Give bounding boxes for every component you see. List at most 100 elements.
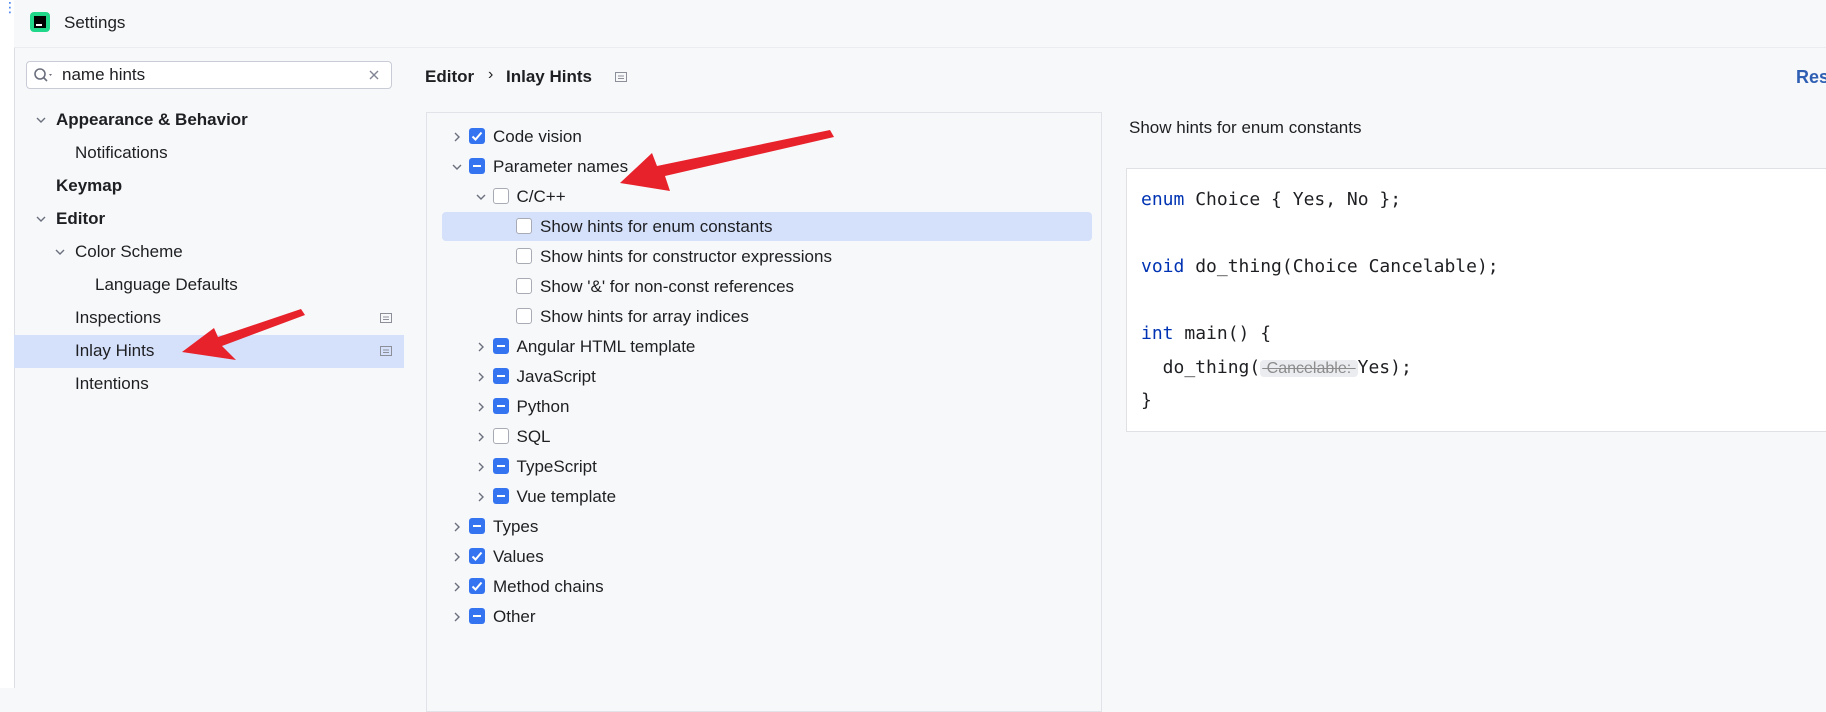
code-keyword: int bbox=[1141, 323, 1174, 344]
close-icon[interactable] bbox=[367, 68, 381, 82]
option-checkbox[interactable] bbox=[492, 338, 509, 354]
option-label: Show hints for constructor expressions bbox=[540, 247, 832, 266]
sidebar-item-color-scheme[interactable]: Color Scheme bbox=[14, 236, 404, 269]
option-label: C/C++ bbox=[516, 187, 566, 206]
chevron-right-icon[interactable] bbox=[451, 611, 463, 623]
option-label: Angular HTML template bbox=[516, 337, 696, 356]
sidebar-item-inlay-hints[interactable]: Inlay Hints bbox=[14, 335, 404, 368]
option-checkbox[interactable] bbox=[492, 488, 509, 504]
option-checkbox[interactable] bbox=[492, 368, 509, 384]
option-label: Show '&' for non-const references bbox=[540, 277, 795, 296]
chevron-down-icon[interactable] bbox=[35, 114, 47, 126]
sidebar-item-editor[interactable]: Editor bbox=[14, 203, 404, 236]
option-row[interactable]: Code vision bbox=[442, 122, 1092, 151]
search-icon[interactable] bbox=[33, 67, 55, 85]
option-label: Parameter names bbox=[493, 157, 629, 176]
option-label: SQL bbox=[516, 427, 551, 446]
sidebar-item-label: Editor bbox=[56, 209, 106, 228]
option-checkbox[interactable] bbox=[469, 158, 485, 174]
chevron-right-icon[interactable] bbox=[475, 401, 487, 413]
option-row[interactable]: Other bbox=[442, 602, 1092, 631]
option-checkbox[interactable] bbox=[516, 248, 532, 264]
option-checkbox[interactable] bbox=[469, 548, 485, 564]
chevron-down-icon[interactable] bbox=[54, 246, 66, 258]
chevron-right-icon[interactable] bbox=[451, 551, 463, 563]
chevron-right-icon[interactable] bbox=[475, 341, 487, 353]
option-label: Vue template bbox=[516, 487, 617, 506]
breadcrumb-parent[interactable]: Editor bbox=[425, 67, 474, 87]
option-row[interactable]: Method chains bbox=[442, 572, 1092, 601]
option-row[interactable]: Values bbox=[442, 542, 1092, 571]
chevron-right-icon[interactable] bbox=[475, 461, 487, 473]
checkmark-icon bbox=[471, 551, 483, 561]
option-row[interactable]: Vue template bbox=[442, 482, 1092, 511]
option-label: Types bbox=[493, 517, 539, 536]
project-scope-icon bbox=[615, 72, 627, 82]
sidebar-item-notifications[interactable]: Notifications bbox=[14, 137, 404, 170]
indeterminate-icon bbox=[473, 525, 481, 527]
option-label: JavaScript bbox=[516, 367, 596, 386]
option-checkbox[interactable] bbox=[516, 308, 532, 324]
sidebar-item-keymap[interactable]: Keymap bbox=[14, 170, 404, 203]
indeterminate-icon bbox=[496, 495, 505, 497]
option-checkbox[interactable] bbox=[469, 518, 485, 534]
option-label: TypeScript bbox=[516, 457, 597, 476]
option-row[interactable]: Show hints for enum constants bbox=[442, 212, 1092, 241]
project-scope-icon bbox=[380, 346, 392, 356]
code-line: do_thing( Cancelable: Yes); bbox=[1141, 357, 1412, 378]
option-row[interactable]: Show '&' for non-const references bbox=[442, 272, 1092, 301]
code-keyword: void bbox=[1141, 256, 1185, 277]
sidebar-item-inspections[interactable]: Inspections bbox=[14, 302, 404, 335]
chevron-right-icon[interactable] bbox=[475, 491, 487, 503]
window-title: Settings bbox=[64, 13, 126, 32]
option-checkbox[interactable] bbox=[492, 398, 509, 414]
option-row[interactable]: SQL bbox=[442, 422, 1092, 451]
jetbrains-app-icon bbox=[30, 12, 50, 32]
settings-search[interactable] bbox=[26, 61, 392, 89]
checkmark-icon bbox=[471, 581, 483, 591]
sidebar-item-label: Keymap bbox=[56, 176, 123, 195]
chevron-right-icon[interactable] bbox=[451, 521, 463, 533]
option-row[interactable]: JavaScript bbox=[442, 362, 1092, 391]
indeterminate-icon bbox=[496, 345, 505, 347]
chevron-right-icon[interactable] bbox=[475, 371, 487, 383]
indeterminate-icon bbox=[473, 165, 481, 167]
code-text: } bbox=[1141, 390, 1152, 411]
option-checkbox[interactable] bbox=[469, 608, 485, 624]
sidebar-item-language-defaults[interactable]: Language Defaults bbox=[14, 269, 404, 302]
sidebar-item-appearance-behavior[interactable]: Appearance & Behavior bbox=[14, 104, 404, 137]
chevron-down-icon[interactable] bbox=[35, 213, 47, 225]
reset-button[interactable]: Res bbox=[1796, 67, 1826, 88]
option-checkbox[interactable] bbox=[492, 188, 509, 204]
indeterminate-icon bbox=[473, 615, 481, 617]
option-row[interactable]: Types bbox=[442, 512, 1092, 541]
search-input[interactable] bbox=[62, 64, 352, 86]
option-row[interactable]: Angular HTML template bbox=[442, 332, 1092, 361]
option-row[interactable]: C/C++ bbox=[442, 182, 1092, 211]
option-label: Show hints for enum constants bbox=[540, 217, 773, 236]
code-text: do_thing(Choice Cancelable); bbox=[1184, 256, 1499, 277]
chevron-right-icon[interactable] bbox=[451, 581, 463, 593]
option-row[interactable]: Show hints for array indices bbox=[442, 302, 1092, 331]
sidebar-item-label: Language Defaults bbox=[95, 275, 238, 294]
option-row[interactable]: Python bbox=[442, 392, 1092, 421]
left-edge-strip: ⋮ bbox=[0, 0, 17, 688]
sidebar-item-label: Intentions bbox=[75, 374, 149, 393]
option-checkbox[interactable] bbox=[516, 278, 532, 294]
chevron-right-icon[interactable] bbox=[451, 131, 463, 143]
sidebar-item-intentions[interactable]: Intentions bbox=[14, 368, 404, 401]
option-checkbox[interactable] bbox=[469, 578, 485, 594]
option-row[interactable]: TypeScript bbox=[442, 452, 1092, 481]
option-row[interactable]: Parameter names bbox=[442, 152, 1092, 181]
option-row[interactable]: Show hints for constructor expressions bbox=[442, 242, 1092, 271]
breadcrumb-separator: › bbox=[488, 66, 494, 83]
option-checkbox[interactable] bbox=[492, 428, 509, 444]
option-checkbox[interactable] bbox=[492, 458, 509, 474]
chevron-down-icon[interactable] bbox=[475, 191, 487, 203]
option-checkbox[interactable] bbox=[469, 128, 485, 144]
option-checkbox[interactable] bbox=[516, 218, 532, 234]
chevron-right-icon[interactable] bbox=[475, 431, 487, 443]
indeterminate-icon bbox=[496, 465, 505, 467]
chevron-down-icon[interactable] bbox=[451, 161, 463, 173]
inlay-hints-options-tree: Code vision Parameter names C/C++ Show hint… bbox=[426, 112, 1102, 712]
